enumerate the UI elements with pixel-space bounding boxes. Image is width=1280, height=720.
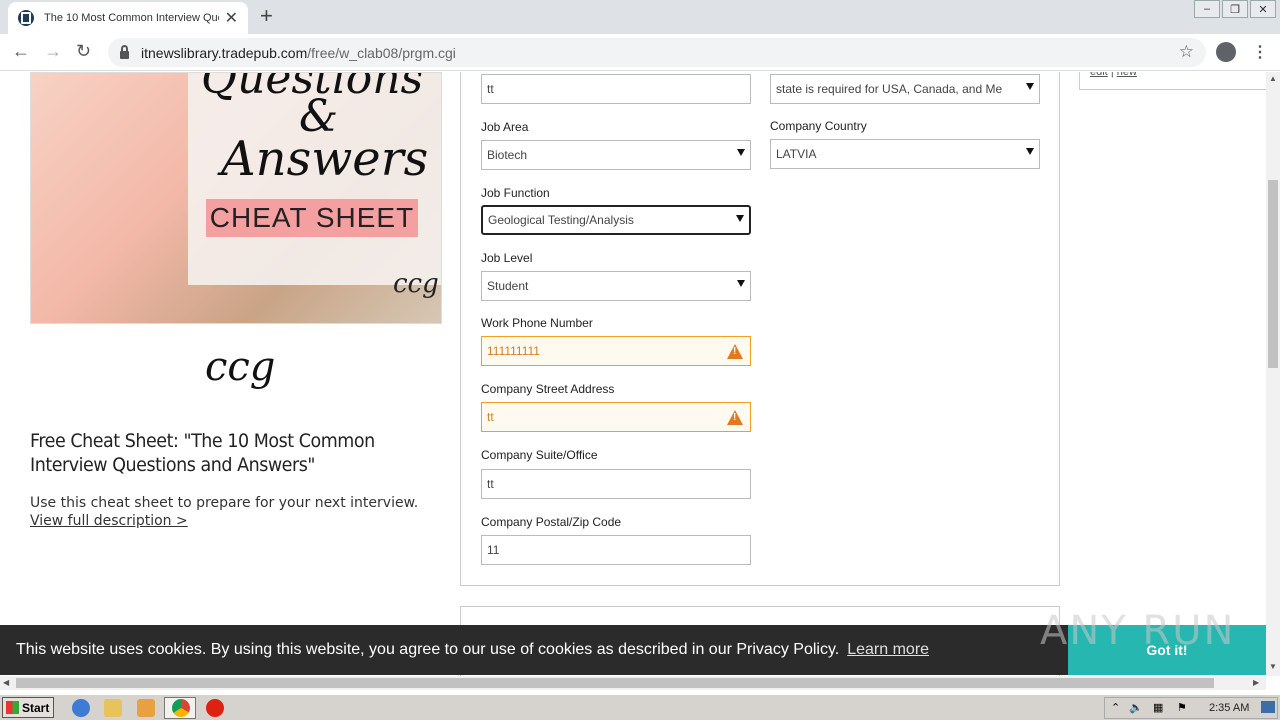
job-area-value: Biotech xyxy=(487,148,528,162)
horizontal-scroll-thumb[interactable] xyxy=(16,678,1214,688)
asset-cover-image: Questions & Answers CHEAT SHEET ccg xyxy=(30,72,442,324)
new-link[interactable]: new xyxy=(1117,72,1137,78)
state-select[interactable]: state is required for USA, Canada, and M… xyxy=(770,74,1040,104)
explorer-folder-icon[interactable] xyxy=(104,699,122,717)
start-button[interactable]: Start xyxy=(2,697,54,718)
address-bar[interactable]: itnewslibrary.tradepub.com/free/w_clab08… xyxy=(108,38,1206,67)
tab-bar: The 10 Most Common Interview Que ✕ + – ❐… xyxy=(0,0,1280,34)
ie-icon[interactable] xyxy=(72,699,90,717)
chevron-down-icon xyxy=(1026,148,1034,155)
url-text: itnewslibrary.tradepub.com/free/w_clab08… xyxy=(141,44,456,61)
cover-line-answers: Answers xyxy=(221,131,429,187)
chevron-down-icon xyxy=(736,215,744,222)
company-country-label: Company Country xyxy=(770,119,867,133)
window-controls: – ❐ ✕ xyxy=(1192,0,1276,18)
street-value: tt xyxy=(487,410,494,424)
page-content: Questions & Answers CHEAT SHEET ccg ccg … xyxy=(0,72,1266,676)
show-desktop-icon[interactable] xyxy=(1261,701,1275,713)
edit-link[interactable]: edit xyxy=(1090,72,1108,78)
suite-label: Company Suite/Office xyxy=(481,448,598,462)
scroll-left-icon[interactable]: ◀ xyxy=(3,678,9,687)
horizontal-scrollbar[interactable]: ◀ ▶ xyxy=(0,676,1266,690)
browser-toolbar: ← → ↻ itnewslibrary.tradepub.com/free/w_… xyxy=(0,34,1280,71)
lock-icon xyxy=(120,44,129,59)
work-phone-label: Work Phone Number xyxy=(481,316,593,330)
tab-title: The 10 Most Common Interview Que xyxy=(44,12,219,24)
job-area-label: Job Area xyxy=(481,120,529,134)
site-favicon-icon xyxy=(18,10,34,26)
vertical-scrollbar[interactable]: ▲ ▼ xyxy=(1266,72,1280,676)
system-tray: ⌃ 🔈 ▦ ⚑ 2:35 AM xyxy=(1104,697,1278,719)
side-links: edit | new xyxy=(1090,72,1137,78)
work-phone-input[interactable]: 111111111 xyxy=(481,336,751,366)
job-level-select[interactable]: Student xyxy=(481,271,751,301)
forward-icon[interactable]: → xyxy=(44,41,62,62)
cheat-sheet-badge: CHEAT SHEET xyxy=(206,199,418,237)
learn-more-link[interactable]: Learn more xyxy=(847,641,929,659)
warning-icon xyxy=(727,410,743,425)
clock: 2:35 AM xyxy=(1209,702,1250,714)
scroll-up-icon[interactable]: ▲ xyxy=(1269,74,1277,83)
work-phone-value: 111111111 xyxy=(487,344,540,358)
chevron-down-icon xyxy=(737,149,745,156)
job-function-value: Geological Testing/Analysis xyxy=(488,213,634,227)
postal-input[interactable]: 11 xyxy=(481,535,751,565)
close-window-button[interactable]: ✕ xyxy=(1250,0,1276,18)
reload-icon[interactable]: ↻ xyxy=(76,41,91,62)
opera-icon[interactable] xyxy=(206,699,224,717)
chevron-down-icon xyxy=(1026,83,1034,90)
menu-kebab-icon[interactable]: ⋮ xyxy=(1252,42,1268,62)
top-field-input[interactable]: tt xyxy=(481,74,751,104)
volume-icon[interactable]: 🔈 xyxy=(1129,701,1143,714)
suite-input[interactable]: tt xyxy=(481,469,751,499)
street-label: Company Street Address xyxy=(481,382,615,396)
job-function-select[interactable]: Geological Testing/Analysis xyxy=(481,205,751,235)
bookmark-star-icon[interactable]: ☆ xyxy=(1179,42,1194,62)
chrome-icon xyxy=(172,699,190,717)
state-select-value: state is required for USA, Canada, and M… xyxy=(776,82,1003,96)
cookie-text: This website uses cookies. By using this… xyxy=(16,641,840,658)
warning-icon xyxy=(727,344,743,359)
chevron-down-icon xyxy=(737,280,745,287)
profile-avatar-icon[interactable] xyxy=(1216,42,1236,62)
job-level-value: Student xyxy=(487,279,529,293)
cover-logo: ccg xyxy=(393,269,439,299)
start-label: Start xyxy=(22,700,50,715)
company-country-value: LATVIA xyxy=(776,147,817,161)
scroll-right-icon[interactable]: ▶ xyxy=(1253,678,1259,687)
company-country-select[interactable]: LATVIA xyxy=(770,139,1040,169)
close-tab-icon[interactable]: ✕ xyxy=(225,8,238,28)
job-level-label: Job Level xyxy=(481,251,533,265)
vertical-scroll-thumb[interactable] xyxy=(1268,180,1278,368)
asset-description: Use this cheat sheet to prepare for your… xyxy=(30,495,419,511)
anyrun-watermark: ANY RUN xyxy=(1040,608,1236,654)
scroll-down-icon[interactable]: ▼ xyxy=(1269,662,1277,671)
back-icon[interactable]: ← xyxy=(12,41,30,62)
windows-logo-icon xyxy=(6,701,19,714)
browser-tab[interactable]: The 10 Most Common Interview Que ✕ xyxy=(8,2,248,34)
brand-logo: ccg xyxy=(205,344,276,390)
job-function-label: Job Function xyxy=(481,186,550,200)
minimize-button[interactable]: – xyxy=(1194,0,1220,18)
street-input[interactable]: tt xyxy=(481,402,751,432)
windows-taskbar: Start ⌃ 🔈 ▦ ⚑ 2:35 AM xyxy=(0,694,1280,720)
flag-icon[interactable]: ⚑ xyxy=(1177,701,1187,714)
tray-expand-icon[interactable]: ⌃ xyxy=(1111,701,1120,714)
maximize-button[interactable]: ❐ xyxy=(1222,0,1248,18)
job-area-select[interactable]: Biotech xyxy=(481,140,751,170)
network-icon[interactable]: ▦ xyxy=(1153,701,1163,714)
view-description-link[interactable]: View full description > xyxy=(30,513,188,529)
new-tab-button[interactable]: + xyxy=(260,5,273,27)
postal-label: Company Postal/Zip Code xyxy=(481,515,622,529)
asset-title: Free Cheat Sheet: "The 10 Most Common In… xyxy=(30,430,375,476)
link-separator: | xyxy=(1110,72,1114,78)
taskbar-chrome-button[interactable] xyxy=(164,697,196,719)
media-player-icon[interactable] xyxy=(137,699,155,717)
